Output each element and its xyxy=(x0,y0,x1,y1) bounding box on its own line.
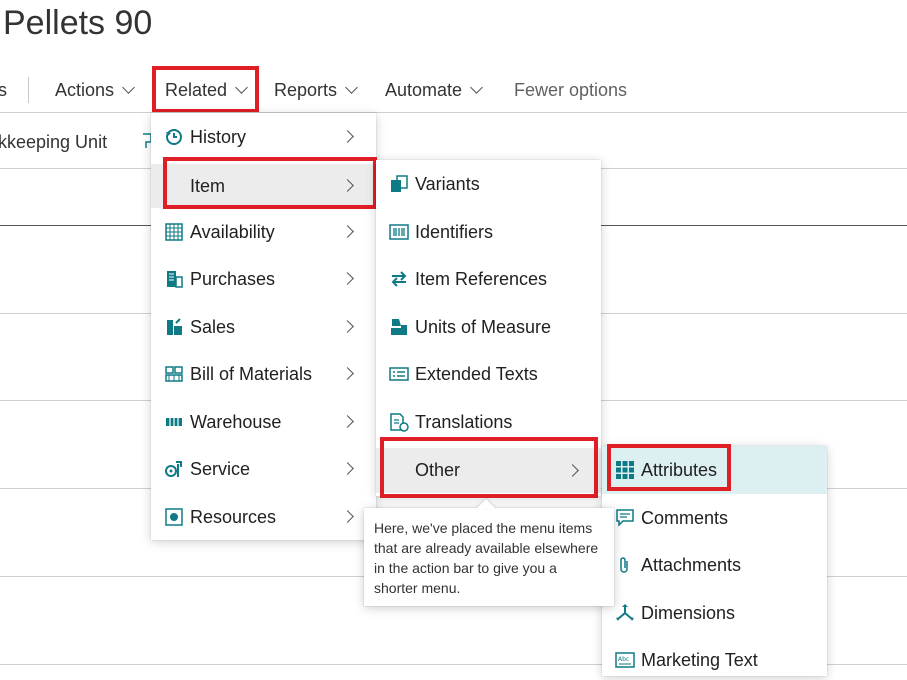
actions-label: Actions xyxy=(55,79,115,100)
chevron-right-icon xyxy=(341,320,354,333)
purchases-icon xyxy=(163,268,185,290)
highlight-box-item xyxy=(163,157,377,209)
action-bar-partial-item[interactable]: s xyxy=(0,79,7,101)
menu-item-label: Sales xyxy=(190,316,236,337)
menu-item-identifiers[interactable]: Identifiers xyxy=(376,212,601,252)
variants-icon xyxy=(388,173,410,195)
menu-item-label: Dimensions xyxy=(641,602,736,623)
paperclip-icon xyxy=(614,554,636,576)
menu-item-translations[interactable]: Translations xyxy=(376,402,601,442)
chevron-right-icon xyxy=(341,130,354,143)
menu-item-service[interactable]: Service xyxy=(151,449,376,489)
reports-menu-button[interactable]: Reports xyxy=(274,79,358,101)
menu-item-label: Translations xyxy=(415,411,513,432)
chevron-right-icon xyxy=(341,272,354,285)
menu-item-history[interactable]: History xyxy=(151,117,376,157)
chevron-down-icon xyxy=(345,81,358,94)
action-bar-separator xyxy=(28,77,29,103)
menu-item-warehouse[interactable]: Warehouse xyxy=(151,402,376,442)
menu-item-comments[interactable]: Comments xyxy=(602,498,827,538)
resources-icon xyxy=(163,506,185,528)
bill-of-materials-icon xyxy=(163,363,185,385)
menu-item-label: Comments xyxy=(641,507,729,528)
menu-item-variants[interactable]: Variants xyxy=(376,164,601,204)
availability-icon xyxy=(163,221,185,243)
units-of-measure-icon xyxy=(388,316,410,338)
menu-item-dimensions[interactable]: Dimensions xyxy=(602,593,827,633)
menu-item-item-references[interactable]: Item References xyxy=(376,259,601,299)
chevron-right-icon xyxy=(341,367,354,380)
svg-text:Abc: Abc xyxy=(618,656,629,663)
chevron-down-icon xyxy=(122,81,135,94)
chevron-right-icon xyxy=(341,225,354,238)
chevron-right-icon xyxy=(341,510,354,523)
chevron-down-icon xyxy=(470,81,483,94)
automate-label: Automate xyxy=(385,79,463,100)
menu-item-label: Bill of Materials xyxy=(190,363,313,384)
chevron-right-icon xyxy=(341,415,354,428)
subbar-partial-item[interactable]: kkeeping Unit xyxy=(0,132,107,153)
extended-texts-icon xyxy=(388,363,410,385)
menu-item-extended-texts[interactable]: Extended Texts xyxy=(376,354,601,394)
automate-menu-button[interactable]: Automate xyxy=(385,79,483,101)
info-tooltip: Here, we've placed the menu items that a… xyxy=(364,508,614,606)
highlight-box-other xyxy=(380,437,598,498)
warehouse-icon xyxy=(163,411,185,433)
action-bar-divider xyxy=(0,112,907,113)
actions-menu-button[interactable]: Actions xyxy=(55,79,135,101)
dimensions-icon xyxy=(614,602,636,624)
arrows-exchange-icon xyxy=(388,268,410,290)
menu-item-label: Units of Measure xyxy=(415,316,552,337)
menu-item-label: Marketing Text xyxy=(641,649,758,670)
menu-item-purchases[interactable]: Purchases xyxy=(151,259,376,299)
service-icon xyxy=(163,458,185,480)
tooltip-pointer xyxy=(476,499,496,509)
menu-item-bill-of-materials[interactable]: Bill of Materials xyxy=(151,354,376,394)
menu-item-attachments[interactable]: Attachments xyxy=(602,545,827,585)
menu-item-label: Purchases xyxy=(190,268,276,289)
menu-item-resources[interactable]: Resources xyxy=(151,497,376,537)
menu-item-marketing-text[interactable]: Abc Marketing Text xyxy=(602,640,827,680)
reports-label: Reports xyxy=(274,79,338,100)
comment-icon xyxy=(614,507,636,529)
menu-item-availability[interactable]: Availability xyxy=(151,212,376,252)
menu-item-sales[interactable]: Sales xyxy=(151,307,376,347)
menu-item-label: Item References xyxy=(415,268,548,289)
menu-item-label: Attachments xyxy=(641,554,742,575)
page-title: Pellets 90 xyxy=(3,4,153,42)
fewer-options-button[interactable]: Fewer options xyxy=(514,79,627,101)
menu-item-units-of-measure[interactable]: Units of Measure xyxy=(376,307,601,347)
menu-item-label: Warehouse xyxy=(190,411,282,432)
menu-item-label: Resources xyxy=(190,506,277,527)
menu-item-label: Variants xyxy=(415,173,480,194)
menu-item-label: Identifiers xyxy=(415,221,494,242)
history-icon xyxy=(163,126,185,148)
chevron-right-icon xyxy=(341,462,354,475)
menu-item-label: Service xyxy=(190,458,251,479)
marketing-text-icon: Abc xyxy=(614,649,636,671)
translations-icon xyxy=(388,411,410,433)
sales-icon xyxy=(163,316,185,338)
menu-item-label: History xyxy=(190,126,247,147)
menu-item-label: Extended Texts xyxy=(415,363,538,384)
highlight-box-attributes xyxy=(607,444,731,491)
menu-item-label: Availability xyxy=(190,221,275,242)
highlight-box-related xyxy=(152,66,259,113)
barcode-icon xyxy=(388,221,410,243)
